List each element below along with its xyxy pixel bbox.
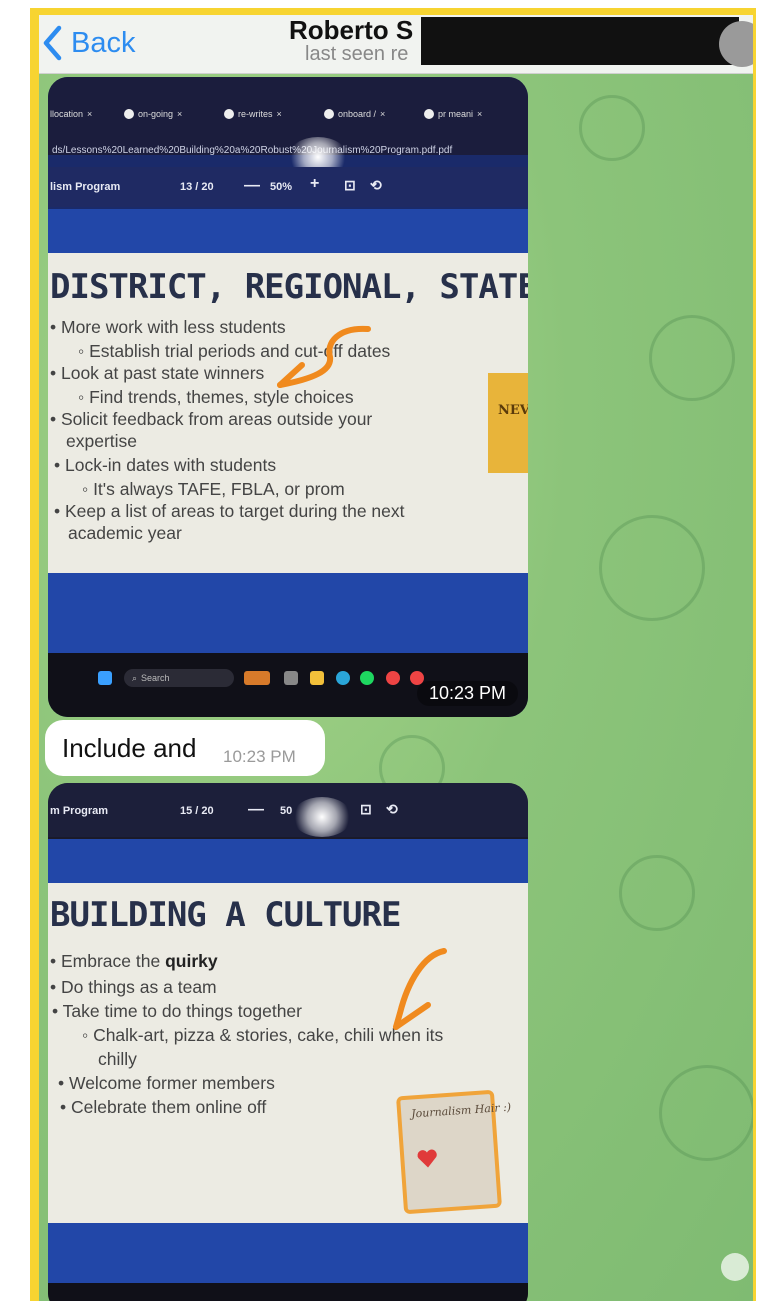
photo-sticker: Journalism Hair :) [396, 1089, 512, 1215]
slide-bullet: • Do things as a team [50, 977, 217, 997]
photo-sticker-label: Journalism Hair :) [410, 1100, 512, 1121]
slide-bullet: • Take time to do things together [52, 1001, 302, 1021]
slide: DISTRICT, REGIONAL, STATE • More work wi… [48, 253, 528, 573]
pdf-toolbar: m Program 15 / 20 — 50 ⊡ ⟲ [48, 783, 528, 837]
annotation-arrow-icon [393, 948, 447, 1030]
bold-word: quirky [165, 951, 218, 971]
rotate-icon: ⟲ [370, 177, 382, 193]
slide-bullet: • Lock-in dates with students [54, 455, 277, 475]
scroll-to-bottom-button[interactable] [721, 1253, 749, 1281]
text-message[interactable]: Include and 10:23 PM [45, 720, 325, 776]
spotify-icon [360, 671, 374, 685]
zoom-level: 50 [280, 805, 293, 817]
rotate-icon: ⟲ [386, 801, 398, 817]
message-time: 10:23 PM [223, 747, 296, 766]
slide-bullet: • Look at past state winners [50, 363, 265, 383]
browser-tab-strip: llocation × on-going × re-writes × onboa… [48, 77, 528, 155]
windows-start-icon [98, 671, 112, 685]
zoom-out-icon: — [248, 801, 264, 818]
slide-bottom-band [48, 1223, 528, 1283]
wallpaper-doodle [579, 95, 645, 161]
chevron-left-icon [43, 25, 62, 61]
camera-glare [292, 797, 352, 837]
wallpaper-doodle [659, 1065, 753, 1161]
browser-tab: pr meani × [424, 105, 482, 123]
slide-bullet: • More work with less students [50, 317, 286, 337]
zoom-out-icon: — [244, 177, 260, 194]
message-text: Include and [62, 733, 197, 763]
sticky-note: NEV [488, 373, 528, 473]
slide-title: BUILDING A CULTURE [50, 895, 401, 935]
pdf-title: m Program [50, 805, 109, 817]
slide-top-band [48, 209, 528, 253]
zoom-in-icon: + [310, 175, 320, 192]
taskbar-app-icon [244, 671, 270, 685]
photo-message[interactable]: llocation × on-going × re-writes × onboa… [48, 77, 528, 717]
edge-icon [336, 671, 350, 685]
folder-icon [310, 671, 324, 685]
slide-bullet: ◦ It's always TAFE, FBLA, or prom [82, 479, 345, 499]
browser-tab: re-writes × [224, 105, 282, 123]
slide-bullet: academic year [68, 523, 182, 543]
wallpaper-doodle [599, 515, 705, 621]
heart-icon [417, 1149, 437, 1168]
fit-page-icon: ⊡ [344, 177, 356, 193]
message-time: 10:23 PM [416, 681, 518, 706]
pdf-title: lism Program [50, 181, 121, 193]
zoom-level: 50% [270, 181, 293, 193]
browser-tab: llocation × [50, 109, 93, 119]
slide-bottom-band [48, 573, 528, 653]
windows-taskbar: ⌕ Search 10:23 PM [48, 653, 528, 717]
back-label: Back [71, 26, 136, 59]
slide-bullet: • Keep a list of areas to target during … [54, 501, 405, 521]
browser-tab: onboard / × [324, 105, 385, 123]
chrome-icon [424, 109, 434, 119]
slide-bullet: • Embrace the quirky [50, 951, 218, 971]
taskbar-app-icon [284, 671, 298, 685]
search-icon: ⌕ [132, 672, 138, 683]
chrome-icon [386, 671, 400, 685]
taskbar-search: ⌕ Search [124, 669, 234, 687]
wallpaper-doodle [649, 315, 735, 401]
slide-top-band [48, 839, 528, 883]
page-indicator: 15 / 20 [180, 805, 214, 817]
pdf-toolbar: lism Program 13 / 20 — 50% + ⊡ ⟲ [48, 167, 528, 207]
slide: BUILDING A CULTURE • Embrace the quirky … [48, 883, 528, 1223]
slide-title: DISTRICT, REGIONAL, STATE [50, 267, 528, 307]
chrome-icon [224, 109, 234, 119]
photo-message[interactable]: m Program 15 / 20 — 50 ⊡ ⟲ BUILDING A CU… [48, 783, 528, 1301]
chrome-icon [324, 109, 334, 119]
annotation-arrow-icon [277, 325, 371, 388]
redaction-bar [421, 17, 739, 65]
chat-header: Back Roberto S last seen re [39, 15, 753, 74]
slide-bullet: expertise [66, 431, 138, 451]
url-bar: ds/Lessons%20Learned%20Building%20a%20Ro… [52, 145, 453, 156]
slide-bullet: • Welcome former members [58, 1073, 275, 1093]
slide-bullet: • Celebrate them online off [60, 1097, 267, 1117]
wallpaper-doodle [619, 855, 695, 931]
slide-bullet: chilly [98, 1049, 137, 1069]
contact-name[interactable]: Roberto S [289, 15, 413, 46]
slide-bullet: • Solicit feedback from areas outside yo… [50, 409, 373, 429]
windows-taskbar [48, 1283, 528, 1301]
last-seen-status: last seen re [305, 43, 409, 65]
back-button[interactable]: Back [41, 23, 135, 63]
chat-screen: Back Roberto S last seen re llocation × … [39, 15, 753, 1301]
sticky-note-text: NEV [498, 403, 528, 418]
browser-tab: on-going × [124, 105, 182, 123]
chrome-icon [124, 109, 134, 119]
fit-page-icon: ⊡ [360, 801, 372, 817]
page-indicator: 13 / 20 [180, 181, 214, 193]
